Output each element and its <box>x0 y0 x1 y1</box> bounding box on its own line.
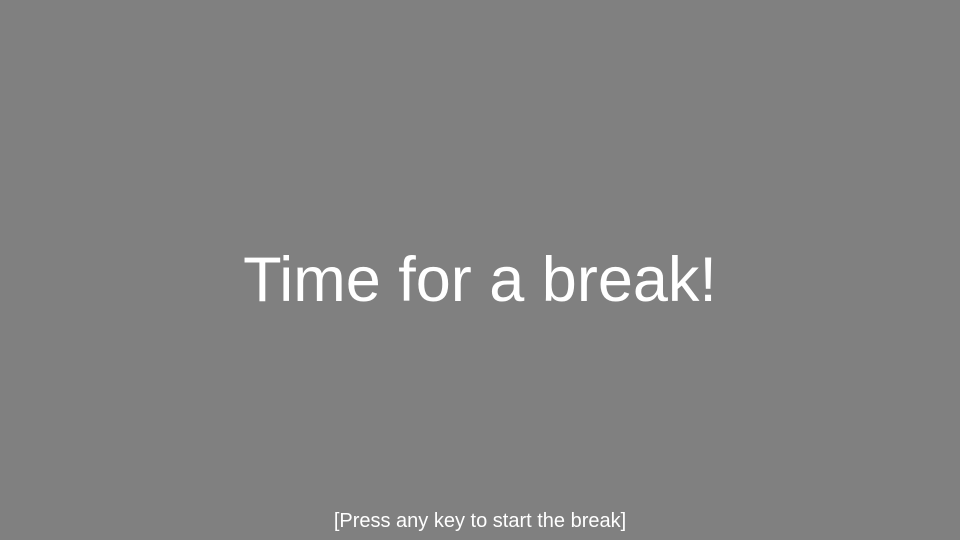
break-screen[interactable]: Time for a break! [Press any key to star… <box>0 0 960 540</box>
break-headline: Time for a break! <box>243 245 717 315</box>
press-any-key-prompt: [Press any key to start the break] <box>333 510 627 532</box>
